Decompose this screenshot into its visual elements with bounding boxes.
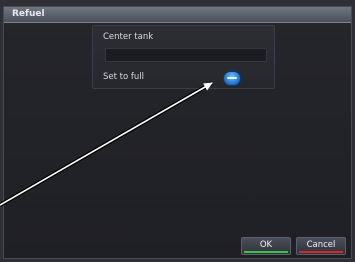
pointer-arrow-annotation — [0, 81, 213, 207]
screen: Refuel Center tank Set to full OK Cancel — [0, 0, 355, 262]
